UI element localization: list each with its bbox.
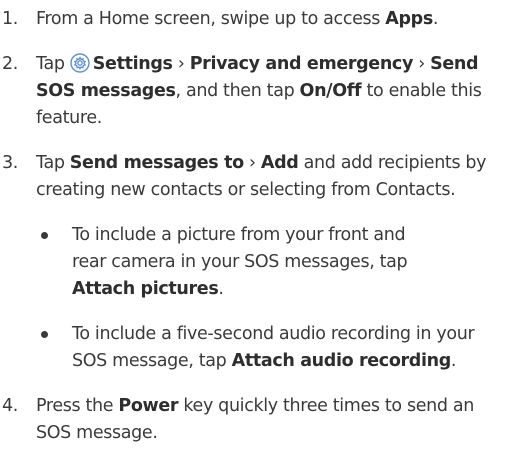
step-number: 1. [2, 9, 18, 29]
step-number: 4. [2, 396, 18, 416]
bullet-text: To include a picture from your front and… [72, 225, 408, 299]
bullet-dot [41, 232, 48, 239]
instructions-document: 1. From a Home screen, swipe up to acces… [0, 0, 520, 451]
add-label: Add [260, 153, 299, 173]
apps-label: Apps [385, 9, 433, 29]
attach-pictures-label: Attach pictures [72, 279, 219, 299]
sos-messages-label: SOS messages [36, 81, 176, 101]
bullet-dot [41, 331, 48, 338]
settings-gear-icon [70, 53, 90, 73]
power-label: Power [118, 396, 179, 416]
send-label: Send [430, 54, 479, 74]
step-text: From a Home screen, swipe up to access A… [36, 9, 439, 29]
bullet-text: To include a five-second audio recording… [72, 324, 475, 371]
step-text: Tap Settings › Privacy and emergency › S… [36, 53, 482, 128]
privacy-emergency-label: Privacy and emergency [189, 54, 414, 74]
attach-audio-recording-label: Attach audio recording [231, 351, 452, 371]
settings-label: Settings [92, 54, 173, 74]
step-number: 2. [2, 54, 18, 74]
send-messages-to-label: Send messages to [69, 153, 244, 173]
step-text: Tap Send messages to › Add and add recip… [36, 153, 487, 200]
on-off-label: On/Off [299, 81, 362, 101]
step-text: Press the Power key quickly three times … [36, 396, 474, 443]
step-number: 3. [2, 153, 18, 173]
